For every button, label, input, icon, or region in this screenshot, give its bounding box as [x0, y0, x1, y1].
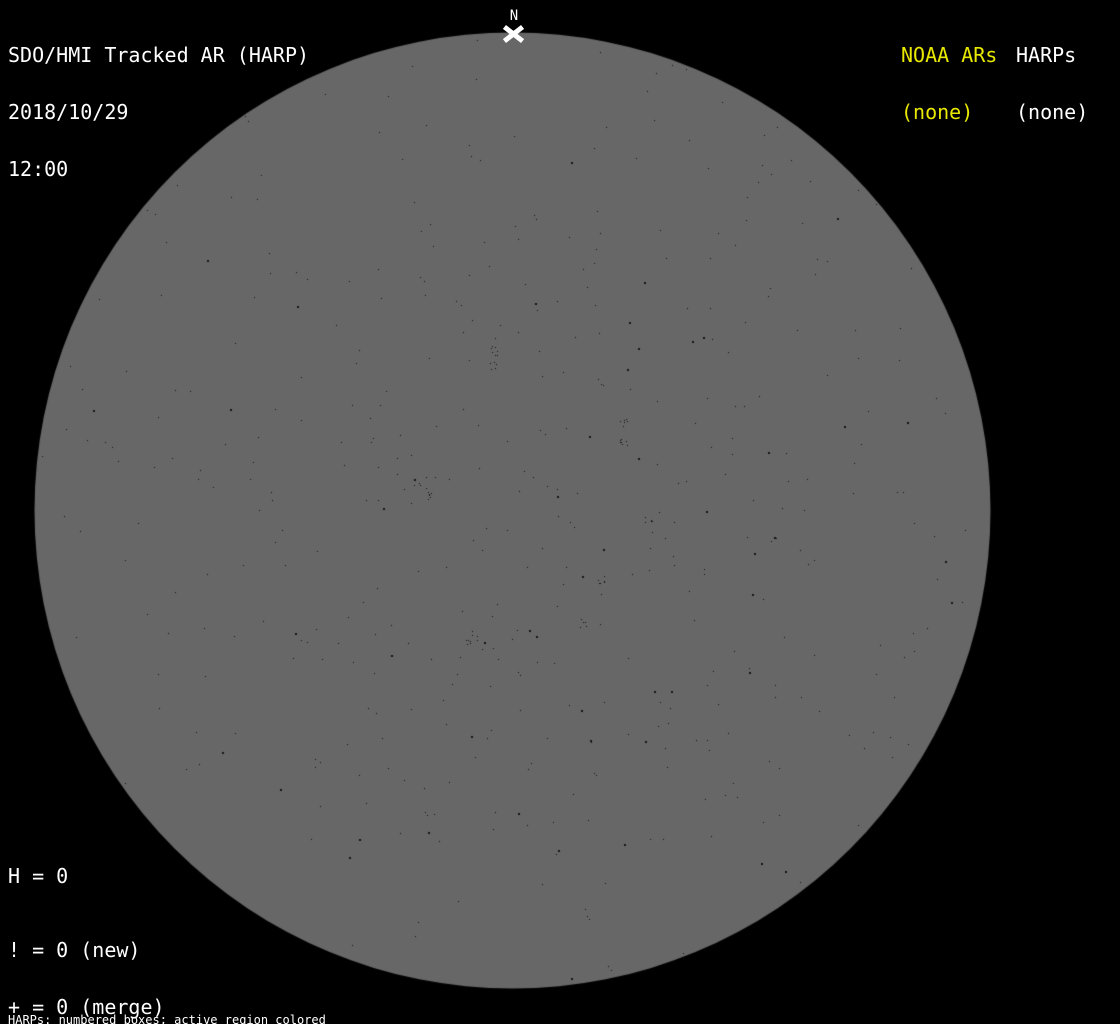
harps-status: HARPs (none) — [1016, 8, 1088, 160]
frame-date: 2018/10/29 — [8, 100, 129, 124]
page-title: SDO/HMI Tracked AR (HARP) — [8, 43, 310, 67]
harps-label: HARPs — [1016, 43, 1077, 67]
noaa-ars-label: NOAA ARs — [901, 43, 998, 67]
harp-tracker-frame: N SDO/HMI Tracked AR (HARP) 2018/10/29 1… — [0, 0, 1120, 1024]
north-pole-label: N — [509, 8, 519, 24]
harp-count-line: H = 0 — [8, 864, 69, 888]
harps-value: (none) — [1016, 100, 1089, 124]
footnote-harps: HARPs: numbered boxes; active region col… — [8, 1013, 326, 1024]
footnotes: HARPs: numbered boxes; active region col… — [8, 990, 427, 1024]
legend-item-new: ! = 0 (new) — [8, 938, 141, 962]
noaa-ars-value: (none) — [901, 100, 974, 124]
north-pole-cross-icon — [502, 24, 525, 44]
frame-time: 12:00 — [8, 157, 69, 181]
noaa-ars-status: NOAA ARs (none) — [901, 8, 997, 160]
header: SDO/HMI Tracked AR (HARP) 2018/10/29 12:… — [8, 8, 309, 217]
